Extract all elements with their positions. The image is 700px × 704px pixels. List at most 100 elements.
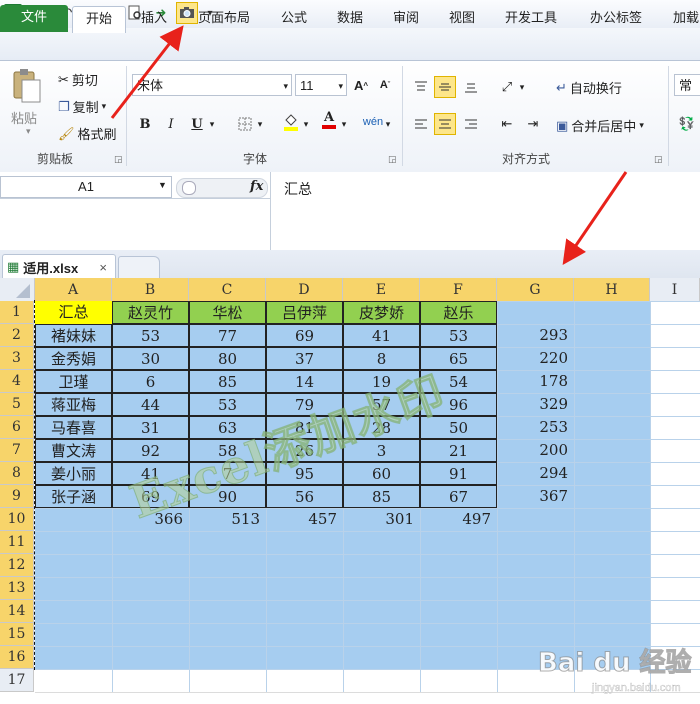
fill-color-icon[interactable] — [280, 111, 302, 133]
row-total-cell[interactable]: 253 — [497, 416, 574, 439]
clipboard-launcher-icon[interactable]: ◲ — [114, 154, 123, 165]
tab-view[interactable]: 视图 — [440, 6, 484, 32]
orientation-icon[interactable]: ⤢ — [496, 76, 518, 98]
tab-data[interactable]: 数据 — [328, 6, 372, 32]
column-header-c[interactable]: C — [189, 278, 266, 302]
column-total-cell[interactable]: 513 — [189, 508, 266, 531]
number-format-combo[interactable]: 常规 — [674, 74, 700, 96]
new-tab-button[interactable] — [118, 256, 160, 279]
alignment-launcher-icon[interactable]: ◲ — [654, 154, 663, 165]
grow-font-icon[interactable]: A ^ — [350, 74, 372, 96]
tab-formulas[interactable]: 公式 — [272, 6, 316, 32]
row-header-10[interactable]: 10 — [0, 508, 34, 531]
value-cell[interactable]: 37 — [266, 347, 343, 370]
row-header-14[interactable]: 14 — [0, 600, 34, 623]
row-label-cell[interactable]: 金秀娟 — [35, 347, 112, 370]
header-cell-name[interactable]: 皮梦娇 — [343, 301, 420, 324]
tab-office-tab[interactable]: 办公标签 — [578, 6, 654, 32]
value-cell[interactable]: 14 — [266, 370, 343, 393]
value-cell[interactable]: 53 — [112, 324, 189, 347]
select-all-corner[interactable] — [0, 278, 35, 302]
accounting-format-icon[interactable]: 💱 — [676, 113, 698, 135]
font-name-combo[interactable]: 宋体 ▾ — [132, 74, 292, 96]
value-cell[interactable]: 80 — [189, 347, 266, 370]
increase-indent-icon[interactable]: ⇥ — [522, 113, 544, 135]
font-size-combo[interactable]: 11 ▾ — [295, 74, 347, 96]
row-header-3[interactable]: 3 — [0, 347, 34, 370]
value-cell[interactable]: 91 — [420, 462, 497, 485]
copy-dropdown-icon[interactable]: ▾ — [102, 101, 107, 112]
bold-button[interactable]: B — [134, 113, 156, 135]
decrease-indent-icon[interactable]: ⇤ — [496, 113, 518, 135]
formula-content[interactable]: 汇总 — [284, 179, 312, 199]
merge-center-button[interactable]: ▣ 合并后居中 ▾ — [556, 116, 644, 135]
name-box[interactable]: A1 — [0, 176, 172, 198]
row-total-cell[interactable]: 293 — [497, 324, 574, 347]
copy-button[interactable]: ❐ 复制 ▾ — [58, 97, 106, 116]
font-color-icon[interactable]: A — [318, 109, 340, 131]
phonetic-guide-icon[interactable]: wén — [362, 111, 384, 133]
row-header-15[interactable]: 15 — [0, 623, 34, 646]
underline-button[interactable]: U — [186, 113, 208, 135]
row-total-cell[interactable]: 200 — [497, 439, 574, 462]
borders-dropdown-icon[interactable]: ▾ — [254, 113, 266, 135]
row-total-cell[interactable]: 329 — [497, 393, 574, 416]
row-label-cell[interactable]: 褚妹妹 — [35, 324, 112, 347]
column-total-cell[interactable]: 301 — [343, 508, 420, 531]
header-cell-name[interactable]: 赵乐 — [420, 301, 497, 324]
value-cell[interactable]: 56 — [266, 485, 343, 508]
column-header-g[interactable]: G — [497, 278, 574, 302]
row-header-7[interactable]: 7 — [0, 439, 34, 462]
column-header-f[interactable]: F — [420, 278, 497, 302]
header-cell-name[interactable]: 吕伊萍 — [266, 301, 343, 324]
row-label-cell[interactable]: 马春喜 — [35, 416, 112, 439]
value-cell[interactable]: 41 — [343, 324, 420, 347]
row-header-6[interactable]: 6 — [0, 416, 34, 439]
column-header-a[interactable]: A — [35, 278, 112, 302]
align-center-icon[interactable] — [434, 113, 456, 135]
paste-dropdown-icon[interactable]: ▾ — [26, 126, 31, 137]
column-header-d[interactable]: D — [266, 278, 343, 302]
tab-developer[interactable]: 开发工具 — [496, 6, 566, 32]
value-cell[interactable]: 85 — [189, 370, 266, 393]
value-cell[interactable]: 77 — [189, 324, 266, 347]
row-total-cell[interactable]: 220 — [497, 347, 574, 370]
tab-addins[interactable]: 加载 — [664, 6, 700, 32]
shrink-font-icon[interactable]: Aˇ — [374, 74, 396, 96]
row-total-cell[interactable]: 367 — [497, 485, 574, 508]
fill-color-dropdown-icon[interactable]: ▾ — [300, 113, 312, 135]
align-top-icon[interactable] — [410, 76, 432, 98]
tab-insert[interactable]: 插入 — [132, 6, 176, 32]
header-cell-summary[interactable]: 汇总 — [35, 301, 112, 324]
tab-home[interactable]: 开始 — [72, 6, 126, 33]
font-color-dropdown-icon[interactable]: ▾ — [338, 113, 350, 135]
font-launcher-icon[interactable]: ◲ — [388, 154, 397, 165]
row-total-cell[interactable]: 294 — [497, 462, 574, 485]
value-cell[interactable]: 60 — [343, 462, 420, 485]
value-cell[interactable]: 31 — [112, 416, 189, 439]
align-left-icon[interactable] — [410, 113, 432, 135]
column-header-i[interactable]: I — [650, 278, 700, 302]
underline-dropdown-icon[interactable]: ▾ — [206, 113, 218, 135]
column-total-cell[interactable]: 457 — [266, 508, 343, 531]
row-label-cell[interactable]: 曹文涛 — [35, 439, 112, 462]
column-total-cell[interactable]: 497 — [420, 508, 497, 531]
tab-file[interactable]: 文件 — [0, 5, 68, 32]
value-cell[interactable]: 6 — [112, 370, 189, 393]
column-header-b[interactable]: B — [112, 278, 189, 302]
tab-review[interactable]: 审阅 — [384, 6, 428, 32]
borders-icon[interactable] — [234, 113, 256, 135]
column-header-h[interactable]: H — [574, 278, 650, 302]
row-header-2[interactable]: 2 — [0, 324, 34, 347]
value-cell[interactable]: 53 — [189, 393, 266, 416]
close-tab-icon[interactable]: × — [99, 260, 107, 275]
align-bottom-icon[interactable] — [460, 76, 482, 98]
italic-button[interactable]: I — [160, 113, 182, 135]
name-box-dropdown-icon[interactable]: ▼ — [158, 180, 167, 190]
workbook-tab[interactable]: ▦ 适用.xlsx × — [2, 254, 116, 279]
row-header-9[interactable]: 9 — [0, 485, 34, 508]
row-header-1[interactable]: 1 — [0, 301, 34, 324]
align-middle-icon[interactable] — [434, 76, 456, 98]
value-cell[interactable]: 85 — [343, 485, 420, 508]
row-label-cell[interactable]: 张子涵 — [35, 485, 112, 508]
